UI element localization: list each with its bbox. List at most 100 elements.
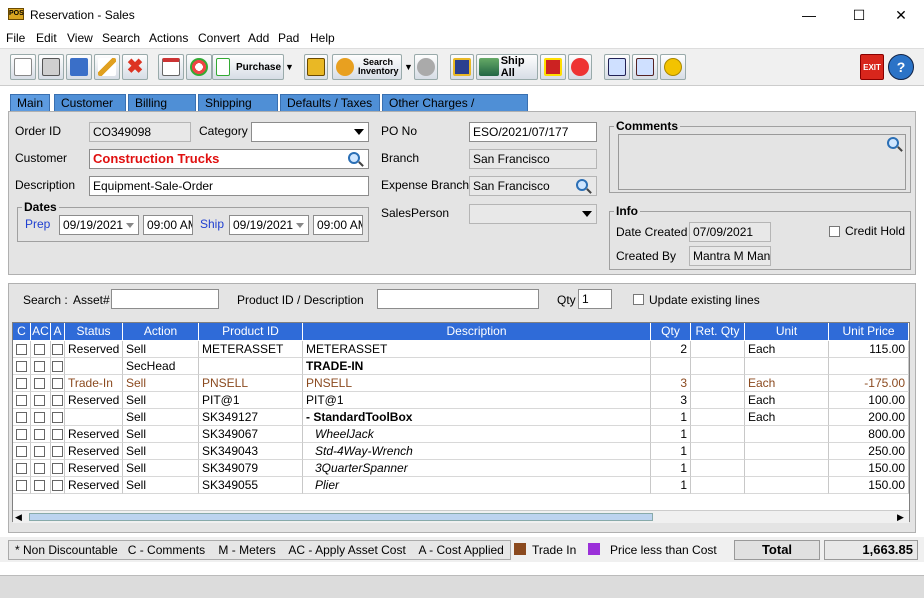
cell-product[interactable]: PIT@1: [199, 392, 303, 409]
cell-price[interactable]: 115.00: [829, 341, 909, 358]
cell-desc[interactable]: 3QuarterSpanner: [303, 460, 651, 477]
column-header-ac[interactable]: AC: [31, 323, 51, 340]
ship-button[interactable]: [450, 54, 474, 80]
column-header-d[interactable]: D: [909, 323, 910, 340]
cell-qty[interactable]: 1: [651, 426, 691, 443]
cell-retqty[interactable]: [691, 375, 745, 392]
row-checkbox-ac[interactable]: [34, 463, 45, 474]
update-existing-checkbox[interactable]: [633, 294, 644, 305]
cell-d[interactable]: [909, 460, 910, 477]
cell-action[interactable]: Sell: [123, 477, 199, 494]
new-button[interactable]: [10, 54, 36, 80]
cell-d[interactable]: [909, 375, 910, 392]
row-checkbox-a[interactable]: [52, 412, 63, 423]
cell-c[interactable]: [13, 375, 31, 392]
search-icon[interactable]: [348, 152, 360, 164]
cell-price[interactable]: 200.00: [829, 409, 909, 426]
cell-c[interactable]: [13, 460, 31, 477]
cell-ac[interactable]: [31, 375, 51, 392]
column-header-product[interactable]: Product ID: [199, 323, 303, 340]
row-checkbox-c[interactable]: [16, 361, 27, 372]
cell-product[interactable]: SK349043: [199, 443, 303, 460]
cell-ac[interactable]: [31, 443, 51, 460]
cell-action[interactable]: Sell: [123, 443, 199, 460]
column-header-desc[interactable]: Description: [303, 323, 651, 340]
cell-price[interactable]: -175.00: [829, 375, 909, 392]
cell-d[interactable]: [909, 358, 910, 375]
cell-status[interactable]: [65, 409, 123, 426]
row-checkbox-ac[interactable]: [34, 361, 45, 372]
expense-branch-field[interactable]: San Francisco: [469, 176, 597, 196]
row-checkbox-a[interactable]: [52, 429, 63, 440]
cell-retqty[interactable]: [691, 443, 745, 460]
cell-action[interactable]: Sell: [123, 460, 199, 477]
tab-customer[interactable]: Customer: [54, 94, 126, 111]
cell-product[interactable]: SK349079: [199, 460, 303, 477]
cell-status[interactable]: Reserved: [65, 392, 123, 409]
purchase-dropdown-icon[interactable]: ▼: [285, 62, 294, 72]
cell-qty[interactable]: 1: [651, 409, 691, 426]
cell-d[interactable]: [909, 409, 910, 426]
row-checkbox-a[interactable]: [52, 480, 63, 491]
menu-add[interactable]: Add: [248, 31, 269, 45]
customer-field[interactable]: Construction Trucks: [89, 149, 369, 169]
row-checkbox-ac[interactable]: [34, 446, 45, 457]
cell-product[interactable]: SK349055: [199, 477, 303, 494]
cell-d[interactable]: [909, 392, 910, 409]
scroll-left-icon[interactable]: ◀: [15, 512, 22, 523]
cell-unit[interactable]: [745, 358, 829, 375]
cell-unit[interactable]: Each: [745, 409, 829, 426]
gear-disabled-button[interactable]: [414, 54, 438, 80]
column-header-status[interactable]: Status: [65, 323, 123, 340]
salesperson-select[interactable]: [469, 204, 597, 224]
tab-shipping-info[interactable]: Shipping Info: [198, 94, 278, 126]
cell-action[interactable]: Sell: [123, 341, 199, 358]
row-checkbox-ac[interactable]: [34, 344, 45, 355]
cell-ac[interactable]: [31, 477, 51, 494]
row-checkbox-c[interactable]: [16, 412, 27, 423]
row-checkbox-ac[interactable]: [34, 429, 45, 440]
row-checkbox-c[interactable]: [16, 378, 27, 389]
cell-price[interactable]: 100.00: [829, 392, 909, 409]
cell-desc[interactable]: PNSELL: [303, 375, 651, 392]
column-header-price[interactable]: Unit Price: [829, 323, 909, 340]
row-checkbox-c[interactable]: [16, 480, 27, 491]
cell-status[interactable]: Reserved: [65, 426, 123, 443]
scroll-right-icon[interactable]: ▶: [897, 512, 904, 523]
cell-c[interactable]: [13, 443, 31, 460]
close-button[interactable]: ✕: [878, 0, 924, 30]
cell-price[interactable]: 800.00: [829, 426, 909, 443]
cell-a[interactable]: [51, 341, 65, 358]
row-checkbox-c[interactable]: [16, 429, 27, 440]
description-field[interactable]: Equipment-Sale-Order: [89, 176, 369, 196]
column-header-unit[interactable]: Unit: [745, 323, 829, 340]
cell-status[interactable]: [65, 358, 123, 375]
tab-billing-info[interactable]: Billing Info: [128, 94, 196, 126]
cell-d[interactable]: [909, 443, 910, 460]
cell-d[interactable]: [909, 341, 910, 358]
cell-unit[interactable]: Each: [745, 392, 829, 409]
menu-actions[interactable]: Actions: [149, 31, 188, 45]
cell-a[interactable]: [51, 460, 65, 477]
cell-a[interactable]: [51, 392, 65, 409]
approve-button[interactable]: [604, 54, 630, 80]
ship-time-field[interactable]: 09:00 AM: [313, 215, 363, 235]
cell-retqty[interactable]: [691, 341, 745, 358]
cell-a[interactable]: [51, 477, 65, 494]
cell-unit[interactable]: [745, 426, 829, 443]
cell-ac[interactable]: [31, 426, 51, 443]
cell-a[interactable]: [51, 375, 65, 392]
cell-action[interactable]: Sell: [123, 409, 199, 426]
row-checkbox-c[interactable]: [16, 344, 27, 355]
row-checkbox-c[interactable]: [16, 446, 27, 457]
menu-file[interactable]: File: [6, 31, 25, 45]
cell-unit[interactable]: [745, 443, 829, 460]
save-button[interactable]: [66, 54, 92, 80]
row-checkbox-a[interactable]: [52, 361, 63, 372]
ship-all-button[interactable]: Ship All: [476, 54, 538, 80]
cell-action[interactable]: SecHead: [123, 358, 199, 375]
cell-c[interactable]: [13, 477, 31, 494]
category-select[interactable]: [251, 122, 369, 142]
search-icon[interactable]: [887, 137, 899, 149]
cell-c[interactable]: [13, 409, 31, 426]
